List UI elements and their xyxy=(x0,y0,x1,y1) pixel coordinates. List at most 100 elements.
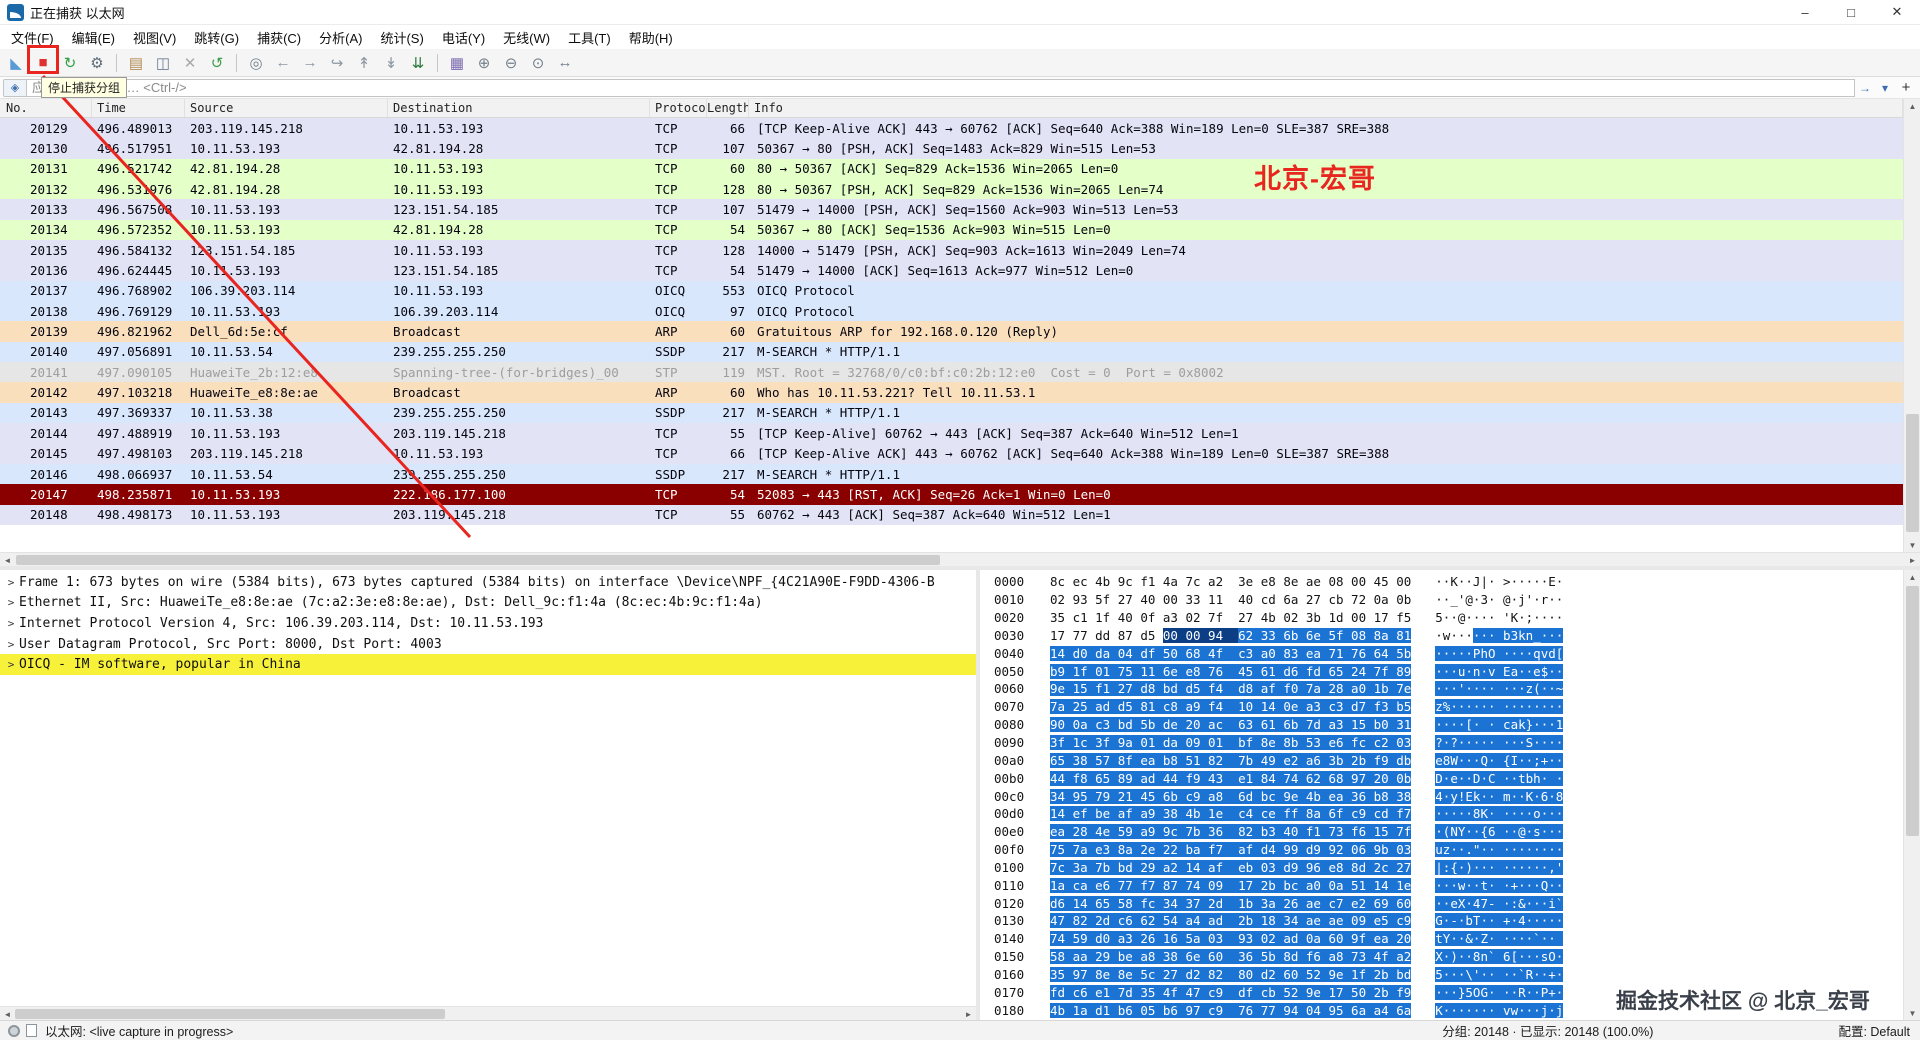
hex-row[interactable]: 0020 35 c1 1f 40 0f a3 02 7f 27 4b 02 3b … xyxy=(980,609,1903,627)
hex-row[interactable]: 0140 74 59 d0 a3 26 16 5a 03 93 02 ad 0a … xyxy=(980,930,1903,948)
hex-ascii-char[interactable]: · xyxy=(1450,877,1458,893)
hex-byte[interactable]: bc xyxy=(1260,788,1284,804)
hex-ascii-char[interactable]: · xyxy=(1450,806,1458,822)
hex-ascii-char[interactable]: · xyxy=(1510,681,1519,697)
hex-ascii-char[interactable]: & xyxy=(1518,895,1526,911)
hex-ascii-char[interactable]: \ xyxy=(1465,966,1473,982)
hex-byte[interactable]: 4e xyxy=(1095,824,1118,840)
hex-byte[interactable]: a3 xyxy=(1117,931,1141,947)
hex-byte[interactable]: 0a xyxy=(1374,592,1397,607)
hex-byte[interactable]: 29 xyxy=(1140,859,1163,875)
hex-row[interactable]: 0100 7c 3a 7b bd 29 a2 14 af eb 03 d9 96 … xyxy=(980,859,1903,877)
hex-ascii-char[interactable]: · xyxy=(1548,717,1556,733)
hex-row[interactable]: 00f0 75 7a e3 8a 2e 22 ba f7 af d4 99 d9 … xyxy=(980,841,1903,859)
hex-ascii-char[interactable]: · xyxy=(1510,966,1519,982)
hex-ascii-char[interactable]: · xyxy=(1503,895,1511,911)
hex-byte[interactable]: bf xyxy=(1238,735,1261,751)
hex-ascii-char[interactable]: · xyxy=(1450,842,1458,858)
hex-byte[interactable]: e3 xyxy=(1095,842,1118,858)
hex-byte[interactable]: 01 xyxy=(1140,735,1163,751)
hex-ascii-char[interactable]: @ xyxy=(1465,592,1473,607)
hex-byte[interactable]: 99 xyxy=(1283,842,1306,858)
hex-byte[interactable]: 65 xyxy=(1095,895,1118,911)
hex-ascii-char[interactable]: b xyxy=(1465,913,1473,929)
hex-byte[interactable]: ad xyxy=(1283,931,1306,947)
close-button[interactable]: ✕ xyxy=(1874,0,1920,24)
hex-ascii-char[interactable]: { xyxy=(1480,824,1488,840)
hex-byte[interactable]: ea xyxy=(1140,752,1163,768)
hex-row[interactable]: 00b0 44 f8 65 89 ad 44 f9 43 e1 84 74 62 … xyxy=(980,769,1903,787)
hex-byte[interactable]: 31 xyxy=(1396,717,1412,733)
hex-ascii-char[interactable]: ` xyxy=(1518,966,1526,982)
hex-ascii-char[interactable]: : xyxy=(1510,895,1519,911)
hex-byte[interactable]: 26 xyxy=(1140,931,1163,947)
hex-ascii-char[interactable]: · xyxy=(1556,610,1564,625)
hex-byte[interactable]: 40 xyxy=(1283,824,1306,840)
hex-byte[interactable]: 65 xyxy=(1050,752,1073,768)
column-header-time[interactable]: Time xyxy=(92,99,185,117)
hex-byte[interactable]: 8a xyxy=(1373,627,1397,643)
hex-byte[interactable]: 38 xyxy=(1072,752,1096,768)
hex-byte[interactable]: fc xyxy=(1140,895,1163,911)
hex-byte[interactable]: 9b xyxy=(1373,842,1397,858)
hex-byte[interactable]: d6 xyxy=(1283,663,1306,679)
hex-ascii-char[interactable]: · xyxy=(1503,699,1511,715)
hex-byte[interactable]: 2b xyxy=(1373,966,1397,982)
expander-icon[interactable]: > xyxy=(3,596,19,609)
hex-ascii-char[interactable]: · xyxy=(1548,1002,1556,1018)
column-header-info[interactable]: Info xyxy=(749,99,1903,117)
hex-byte[interactable]: bc xyxy=(1283,877,1306,893)
hex-ascii-char[interactable]: · xyxy=(1465,681,1473,697)
hex-byte[interactable]: df xyxy=(1140,645,1163,661)
hex-ascii-char[interactable]: K xyxy=(1450,574,1458,589)
scroll-left-icon[interactable]: ◄ xyxy=(0,553,15,567)
hex-ascii-char[interactable]: · xyxy=(1533,859,1541,875)
hex-ascii-char[interactable]: ' xyxy=(1555,859,1564,875)
capture-options-icon[interactable]: ⚙ xyxy=(85,51,109,75)
hex-byte[interactable]: 00 xyxy=(1351,574,1374,589)
hex-ascii-char[interactable]: · xyxy=(1555,663,1564,679)
hex-row[interactable]: 0110 1a ca e6 77 f7 87 74 09 17 2b bc a0 … xyxy=(980,876,1903,894)
hex-byte[interactable]: ec xyxy=(1073,574,1096,589)
hex-byte[interactable]: c2 xyxy=(1373,735,1397,751)
hex-ascii-char[interactable]: · xyxy=(1548,681,1556,697)
hex-byte[interactable]: c9 xyxy=(1185,788,1209,804)
hex-byte[interactable]: f9 xyxy=(1373,752,1397,768)
hex-ascii-char[interactable]: · xyxy=(1435,628,1443,643)
column-header-src[interactable]: Source xyxy=(185,99,388,117)
hex-byte[interactable]: 60 xyxy=(1283,966,1306,982)
hex-byte[interactable]: fc xyxy=(1351,735,1374,751)
hex-ascii-char[interactable]: · xyxy=(1450,931,1458,947)
go-last-icon[interactable]: ↡ xyxy=(379,51,403,75)
hex-byte[interactable]: c3 xyxy=(1095,717,1118,733)
hex-ascii-char[interactable]: [ xyxy=(1510,949,1519,965)
hex-row[interactable]: 0060 9e 15 f1 27 d8 bd d5 f4 d8 af f0 7a … xyxy=(980,680,1903,698)
hex-ascii-char[interactable]: ) xyxy=(1465,859,1473,875)
hex-byte[interactable]: cb xyxy=(1328,592,1351,607)
hex-ascii-char[interactable]: 3 xyxy=(1480,592,1488,607)
hex-ascii-char[interactable]: · xyxy=(1450,610,1458,625)
hex-ascii-char[interactable]: · xyxy=(1503,770,1511,786)
hex-ascii-char[interactable]: · xyxy=(1480,842,1488,858)
hex-ascii-char[interactable]: · xyxy=(1450,966,1458,982)
hex-byte[interactable]: 02 xyxy=(1283,610,1306,625)
hex-byte[interactable]: 6a xyxy=(1396,1002,1412,1018)
hex-byte[interactable]: 4f xyxy=(1208,645,1239,661)
hex-byte[interactable]: da xyxy=(1162,735,1186,751)
hex-byte[interactable]: d5 xyxy=(1185,681,1209,697)
hex-ascii-char[interactable]: · xyxy=(1533,877,1541,893)
hex-byte[interactable]: 34 xyxy=(1050,788,1073,804)
hex-byte[interactable]: d9 xyxy=(1283,859,1306,875)
hex-byte[interactable]: 94 xyxy=(1208,627,1239,643)
hex-ascii-char[interactable]: 5 xyxy=(1435,610,1443,625)
hex-byte[interactable]: 40 xyxy=(1140,592,1163,607)
hex-ascii-char[interactable]: · xyxy=(1465,949,1473,965)
hex-row[interactable]: 00a0 65 38 57 8f ea b8 51 82 7b 49 e2 a6 … xyxy=(980,751,1903,769)
hex-byte[interactable]: 61 xyxy=(1260,717,1284,733)
hex-byte[interactable]: 9c xyxy=(1162,824,1186,840)
hex-ascii-char[interactable]: · xyxy=(1555,984,1564,1000)
hex-ascii-char[interactable]: · xyxy=(1533,842,1541,858)
hex-byte[interactable]: 80 xyxy=(1238,966,1261,982)
hex-byte[interactable]: 9e xyxy=(1283,788,1306,804)
hex-byte[interactable]: 15 xyxy=(1351,717,1374,733)
